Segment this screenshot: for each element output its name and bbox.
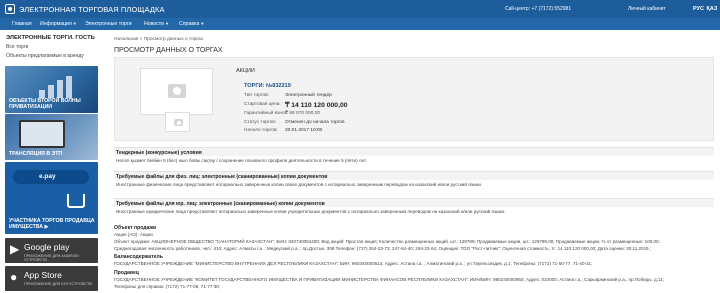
field-label: Тип торгов: [244, 93, 270, 98]
breadcrumb[interactable]: Начальная » Просмотр данных о торгах [114, 37, 203, 42]
section-legal-entities-body: Иностранные юридические лица представляю… [116, 209, 506, 214]
personal-cabinet-link[interactable]: Личный кабинет [628, 6, 666, 12]
epay-label: e.pay [39, 173, 56, 180]
nav-home-label: Главная [12, 21, 32, 27]
field-label: Гарантийный взнос: [244, 111, 289, 116]
nav-etrade-label: Электронные торги [85, 21, 132, 27]
lot-type-heading: АКЦИИ [236, 68, 255, 74]
apple-icon: ● [10, 270, 18, 284]
section-tender-conditions-title: Тендерные (конкурсные) условия [114, 147, 714, 156]
language-switcher: РУС ҚАЗ [692, 6, 717, 12]
google-play-sub: ПРИЛОЖЕНИЕ ДЛЯ ANDROID УСТРОЙСТВ [24, 254, 79, 262]
field-guarantee: Гарантийный взнос: ₸ 68 070 000,00 [244, 111, 320, 116]
main-nav: Главная Информация▼ Электронные торги Но… [0, 18, 720, 30]
google-play-label: Google play [24, 242, 70, 252]
field-start-price: Стартовая цена: ₸ 14 110 120 000,00 [244, 102, 348, 109]
play-store-icon: ▶ [10, 242, 20, 256]
nav-news[interactable]: Новости▼ [144, 21, 169, 27]
banner-epay[interactable]: e.pay УЧАСТНИКА ТОРГОВ ПРОДАВЦА ИМУЩЕСТВ… [5, 162, 98, 234]
nav-etrade[interactable]: Электронные торги [85, 21, 132, 27]
field-value: ₸ 68 070 000,00 [285, 111, 321, 116]
sidebar-heading: ЭЛЕКТРОННЫЕ ТОРГИ. ГОСТЬ [6, 35, 95, 41]
cart-icon [67, 194, 85, 208]
balance-holder-line: ГОСУДАРСТВЕННОЕ УЧРЕЖДЕНИЕ "МИНИСТЕРСТВО… [114, 261, 593, 266]
section-individuals-title: Требуемые файлы для физ. лиц: электронны… [114, 171, 714, 180]
app-store-label: App Store [24, 270, 62, 280]
start-price-value: ₸ 14 110 120 000,00 [285, 102, 348, 109]
seller-line: ГОСУДАРСТВЕННОЕ УЧРЕЖДЕНИЕ "КОМИТЕТ ГОСУ… [114, 277, 664, 282]
status-value: Отменен до начала торгов [285, 120, 345, 125]
sidebar-link-rent-objects[interactable]: Объекты предлагаемые в аренду [6, 53, 84, 59]
field-status: Статус торгов: Отменен до начала торгов [244, 120, 345, 125]
field-label: Статус торгов: [244, 120, 277, 125]
nav-info[interactable]: Информация▼ [40, 21, 77, 27]
site-title[interactable]: ЭЛЕКТРОННАЯ ТОРГОВАЯ ПЛОЩАДКА [19, 5, 165, 14]
banner-privatization-label: ОБЪЕКТЫ ВТОРОЙ ВОЛНЫ ПРИВАТИЗАЦИИ [9, 98, 81, 110]
sidebar-link-all-trades[interactable]: Все торги [6, 44, 28, 50]
lot-photo-thumb[interactable] [165, 112, 190, 132]
monitor-icon [19, 120, 65, 148]
lot-number: ТОРГИ: №832219 [244, 83, 291, 89]
banner-broadcast-label: ТРАНСЛЯЦИЯ В ЭТП [9, 151, 63, 157]
field-start-date: Начало торгов: 20.01.2017 10:00 [244, 128, 322, 133]
sale-object-title: Объект продажи [114, 225, 157, 231]
field-value: 20.01.2017 10:00 [285, 128, 323, 133]
sale-object-line: Среднегодовая численность работников, че… [114, 246, 652, 251]
callcenter-phone: Call-центр: +7 (7172) 552981 [505, 6, 572, 12]
chart-bars-icon [39, 74, 83, 98]
lang-ru-link[interactable]: РУС [693, 6, 704, 12]
field-value: Электронный тендер [285, 93, 332, 98]
field-trade-type: Тип торгов: Электронный тендер [244, 93, 332, 98]
section-individuals-body: Иностранные физические лица представляют… [116, 182, 482, 187]
banner-privatization[interactable]: ОБЪЕКТЫ ВТОРОЙ ВОЛНЫ ПРИВАТИЗАЦИИ [5, 66, 98, 113]
lang-kz-link[interactable]: ҚАЗ [707, 6, 718, 12]
nav-help-label: Справка [179, 21, 200, 27]
sale-object-line: Акция (АО): Акции [114, 232, 153, 237]
caret-down-icon: ▼ [165, 21, 170, 26]
banner-broadcast[interactable]: ТРАНСЛЯЦИЯ В ЭТП [5, 114, 98, 160]
camera-icon [174, 119, 183, 126]
section-tender-conditions-body: Негізгі қызмет бейінін 5 (бес) жыл бойы … [116, 158, 367, 163]
lot-photo[interactable] [140, 68, 213, 115]
nav-help[interactable]: Справка▼ [179, 21, 204, 27]
seller-title: Продавец [114, 270, 139, 276]
nav-home[interactable]: Главная [12, 21, 32, 27]
app-store-sub: ПРИЛОЖЕНИЕ ДЛЯ IOS УСТРОЙСТВ [24, 282, 92, 286]
field-label: Начало торгов: [244, 128, 278, 133]
seller-line: Телефоны для справок: (7172) 71-77-08, 7… [114, 284, 221, 289]
epay-badge: e.pay [13, 170, 89, 184]
nav-news-label: Новости [144, 21, 165, 27]
sale-object-line: Объект продажи: АКЦИОНЕРНОЕ ОБЩЕСТВО "СА… [114, 239, 660, 244]
caret-down-icon: ▼ [200, 21, 205, 26]
page-title: ПРОСМОТР ДАННЫХ О ТОРГАХ [114, 47, 223, 54]
camera-icon [168, 84, 186, 98]
caret-down-icon: ▼ [72, 21, 77, 26]
nav-info-label: Информация [40, 21, 72, 27]
balance-holder-title: Балансодержатель [114, 254, 163, 260]
banner-epay-label: УЧАСТНИКА ТОРГОВ ПРОДАВЦА ИМУЩЕСТВА ▶ [9, 218, 95, 230]
site-logo-icon[interactable] [5, 4, 15, 14]
google-play-button[interactable]: ▶ Google play ПРИЛОЖЕНИЕ ДЛЯ ANDROID УСТ… [5, 238, 98, 263]
section-legal-entities-title: Требуемые файлы для юр. лиц: электронные… [114, 198, 714, 207]
app-store-button[interactable]: ● App Store ПРИЛОЖЕНИЕ ДЛЯ IOS УСТРОЙСТВ [5, 266, 98, 291]
field-label: Стартовая цена: [244, 102, 281, 107]
top-header: ЭЛЕКТРОННАЯ ТОРГОВАЯ ПЛОЩАДКА Call-центр… [0, 0, 720, 18]
